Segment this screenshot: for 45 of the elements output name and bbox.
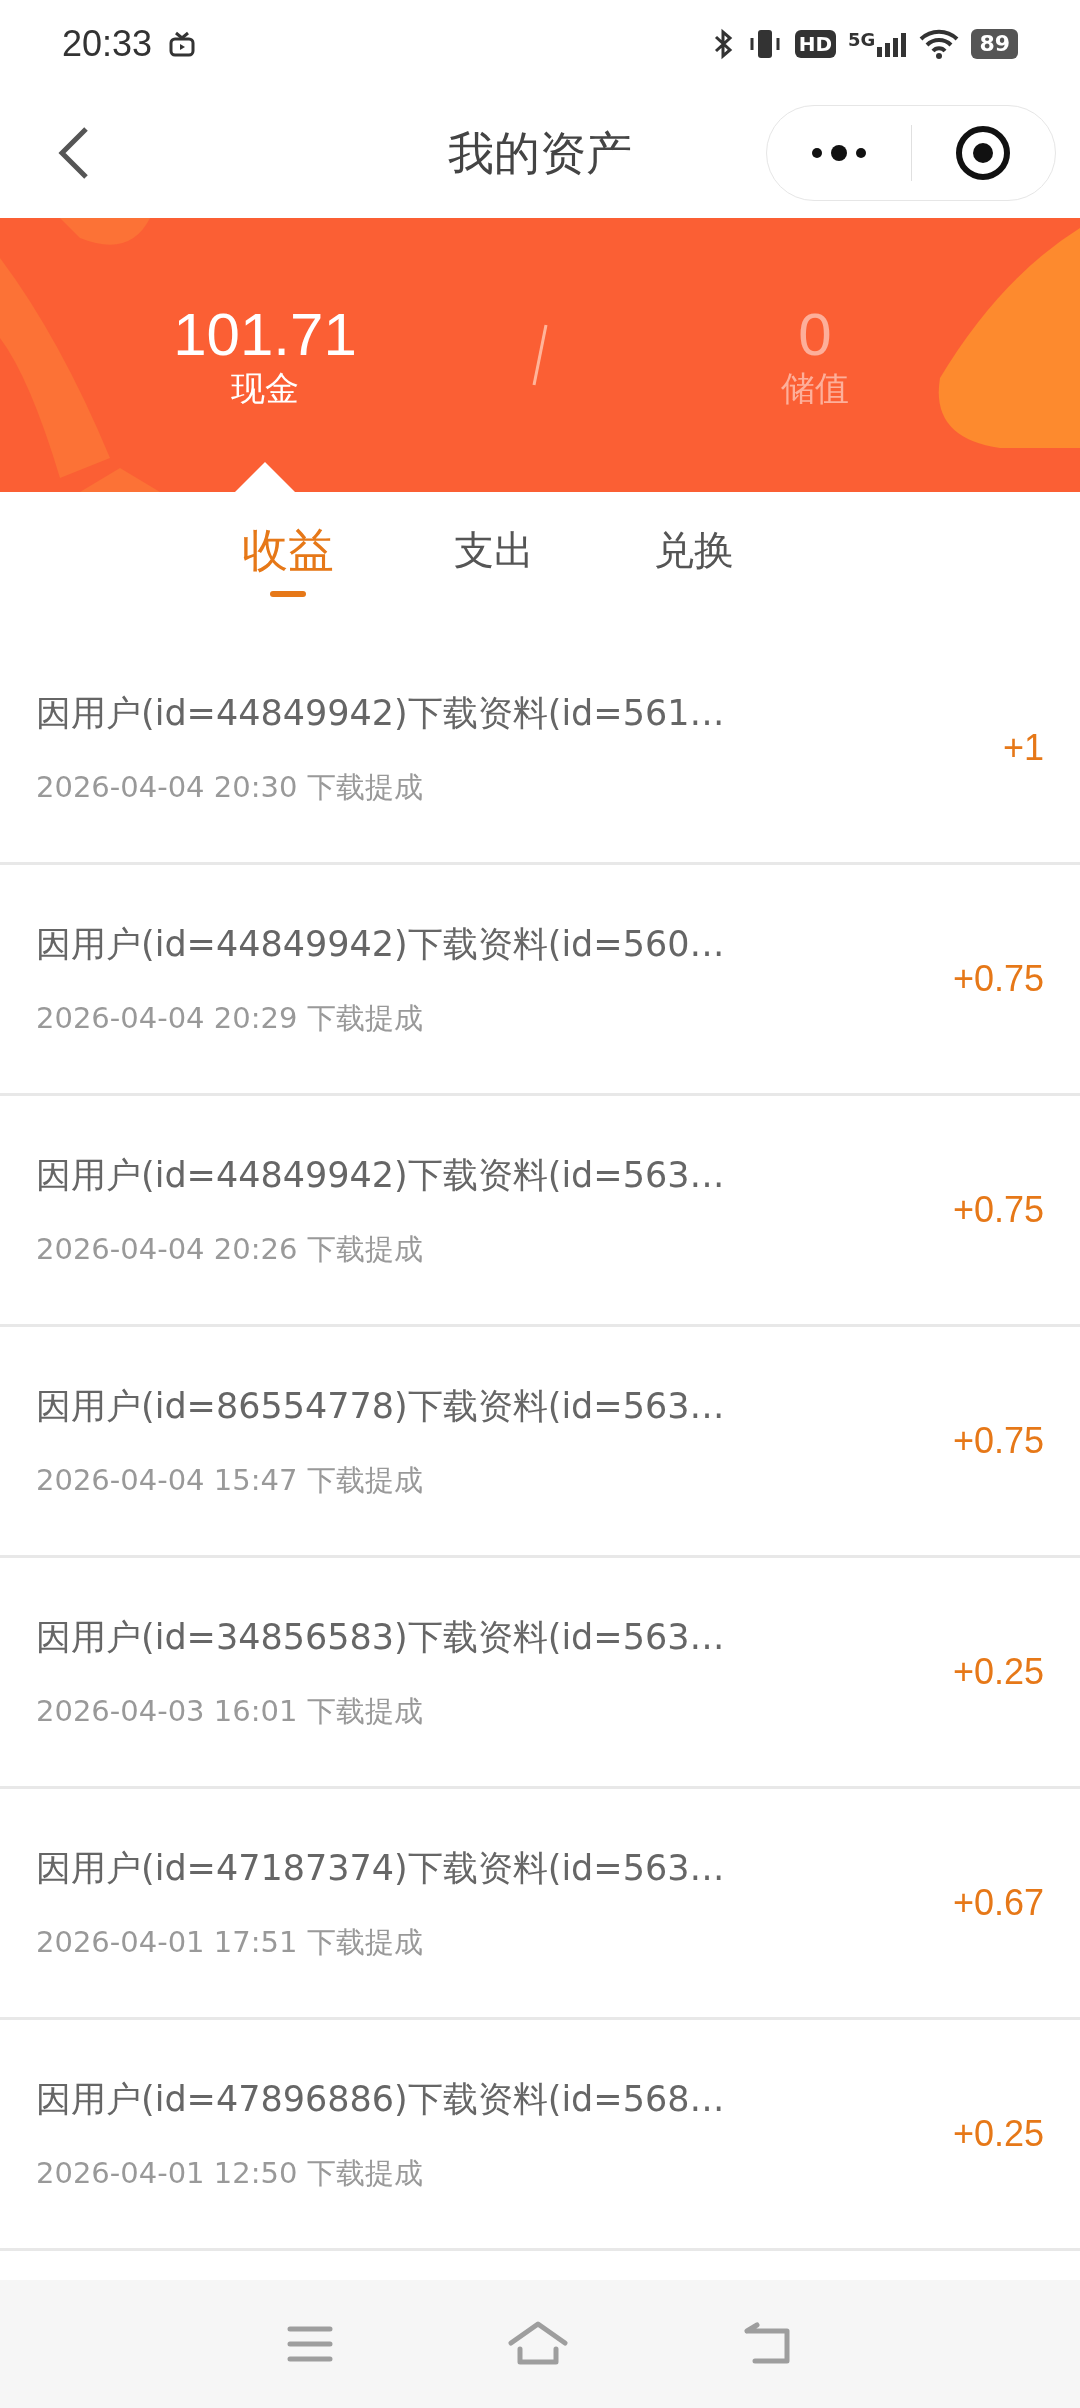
- record-row[interactable]: 因用户(id=44849942)下载资料(id=560… 2026-04-04 20:29 下载提成 +0.75: [0, 865, 1080, 1096]
- record-time: 2026-04-01 12:50 下载提成: [36, 2154, 424, 2192]
- tab[interactable]: 兑换: [654, 510, 734, 592]
- record-title: 因用户(id=44849942)下载资料(id=563…: [36, 1154, 725, 1197]
- record-time: 2026-04-04 20:29 下载提成: [36, 999, 424, 1037]
- record-time: 2026-04-03 16:01 下载提成: [36, 1692, 424, 1730]
- balance-amount: 101.71: [173, 302, 357, 368]
- status-time: 20:33: [62, 22, 153, 66]
- record-row[interactable]: 因用户(id=44849942)下载资料(id=563… 2026-04-04 20:26 下载提成 +0.75: [0, 1096, 1080, 1327]
- tab[interactable]: 支出: [454, 510, 534, 592]
- record-amount: +0.75: [952, 1188, 1044, 1232]
- page-title: 我的资产: [448, 124, 632, 182]
- record-time: 2026-04-04 20:30 下载提成: [36, 768, 424, 806]
- record-time: 2026-04-04 20:26 下载提成: [36, 1230, 424, 1268]
- balance-amount: 0: [798, 302, 832, 368]
- record-row[interactable]: 因用户(id=86554778)下载资料(id=563… 2026-04-04 15:47 下载提成 +0.75: [0, 1327, 1080, 1558]
- record-row[interactable]: 因用户(id=47187374)下载资料(id=563… 2026-04-01 17:51 下载提成 +0.67: [0, 1789, 1080, 2020]
- record-amount: +1: [1002, 726, 1044, 770]
- balance-label[interactable]: 现金: [231, 368, 299, 408]
- record-time: 2026-04-04 15:47 下载提成: [36, 1461, 424, 1499]
- record-row[interactable]: 因用户(id=47896886)下载资料(id=568… 2026-04-01 12:50 下载提成 +0.25: [0, 2020, 1080, 2251]
- battery-icon: 89: [971, 29, 1018, 59]
- record-row[interactable]: 因用户(id=34856583)下载资料(id=563… 2026-04-03 16:01 下载提成 +0.25: [0, 1558, 1080, 1789]
- record-time: 2026-04-01 17:51 下载提成: [36, 1923, 424, 1961]
- signal-icon: [877, 31, 908, 57]
- tab[interactable]: 收益: [242, 505, 334, 597]
- record-amount: +0.75: [952, 1419, 1044, 1463]
- record-title: 因用户(id=86554778)下载资料(id=563…: [36, 1385, 725, 1428]
- selection-pointer: [235, 462, 295, 492]
- record-amount: +0.67: [952, 1881, 1044, 1925]
- record-title: 因用户(id=47187374)下载资料(id=563…: [36, 1847, 725, 1890]
- record-title: 因用户(id=44849942)下载资料(id=560…: [36, 923, 725, 966]
- record-title: 因用户(id=34856583)下载资料(id=563…: [36, 1616, 725, 1659]
- tv-icon: [168, 30, 197, 58]
- hd-badge: HD: [794, 30, 837, 58]
- record-title: 因用户(id=44849942)下载资料(id=561…: [36, 692, 725, 735]
- divider-slash: [530, 323, 550, 387]
- record-title: 因用户(id=47896886)下载资料(id=568…: [36, 2078, 725, 2121]
- record-row[interactable]: 因用户(id=44849942)下载资料(id=561… 2026-04-04 20:30 下载提成 +1: [0, 634, 1080, 865]
- wifi-icon: [919, 28, 960, 60]
- close-icon[interactable]: [955, 125, 1012, 181]
- network-type: 5G: [848, 31, 876, 49]
- record-amount: +0.25: [952, 1650, 1044, 1694]
- record-amount: +0.25: [952, 2112, 1044, 2156]
- record-amount: +0.75: [952, 957, 1044, 1001]
